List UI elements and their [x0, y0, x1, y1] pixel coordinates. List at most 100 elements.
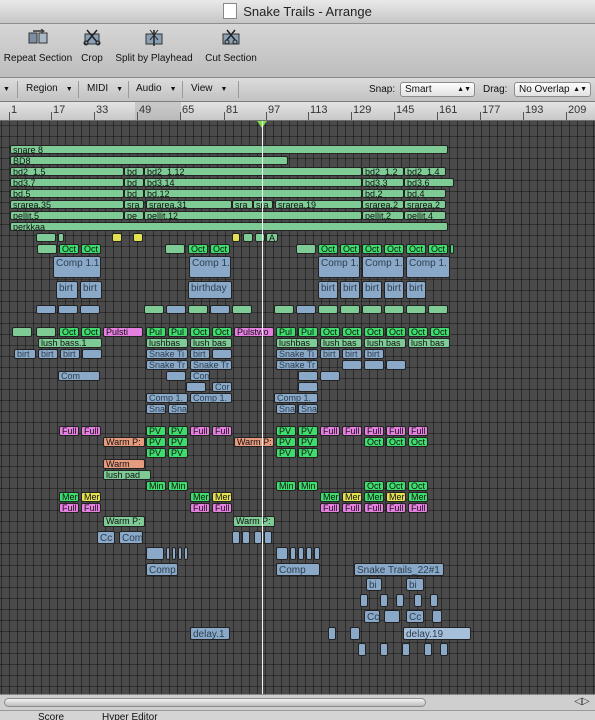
- region[interactable]: bi: [406, 578, 424, 591]
- region[interactable]: bd.4: [404, 189, 446, 198]
- region[interactable]: Min: [146, 481, 166, 491]
- horizontal-scrollbar[interactable]: ◁▷: [0, 694, 595, 710]
- region[interactable]: Oct: [406, 244, 426, 254]
- region-fragment[interactable]: [432, 610, 442, 623]
- region[interactable]: Mer: [364, 492, 384, 502]
- region[interactable]: Pulstwo: [234, 327, 274, 337]
- region-fragment[interactable]: [165, 244, 185, 254]
- region[interactable]: Oct: [320, 327, 340, 337]
- region[interactable]: Warm P:: [234, 437, 274, 447]
- region-fragment[interactable]: [384, 610, 400, 623]
- region-fragment[interactable]: [350, 627, 360, 640]
- region-fragment[interactable]: [178, 547, 182, 560]
- region[interactable]: birt: [364, 349, 384, 359]
- region-fragment[interactable]: [232, 233, 240, 242]
- region[interactable]: birthday: [188, 281, 232, 299]
- region[interactable]: Full: [190, 503, 210, 513]
- region[interactable]: bd.12: [144, 189, 362, 198]
- region[interactable]: pellit.12: [144, 211, 362, 220]
- region-fragment[interactable]: [380, 594, 388, 607]
- region-menu[interactable]: Region ▼: [26, 83, 73, 94]
- region[interactable]: srarea.35: [10, 200, 124, 209]
- region-fragment[interactable]: [424, 643, 432, 656]
- region-fragment[interactable]: [306, 547, 312, 560]
- region[interactable]: PV: [168, 437, 188, 447]
- region[interactable]: srarea.19: [275, 200, 362, 209]
- region[interactable]: Oct: [386, 481, 406, 491]
- region[interactable]: Com: [119, 531, 143, 544]
- region[interactable]: bd: [124, 178, 144, 187]
- region[interactable]: birt: [318, 281, 338, 299]
- region-fragment[interactable]: [144, 305, 164, 314]
- region[interactable]: Oct: [450, 244, 454, 254]
- region[interactable]: Oct: [408, 327, 428, 337]
- region[interactable]: Mer: [320, 492, 340, 502]
- view-menu[interactable]: View ▼: [191, 83, 227, 94]
- region[interactable]: Oct: [340, 244, 360, 254]
- region[interactable]: Full: [342, 503, 362, 513]
- region-fragment[interactable]: [362, 305, 382, 314]
- region[interactable]: PV: [146, 437, 166, 447]
- region-fragment[interactable]: [296, 305, 316, 314]
- repeat-section-button[interactable]: Repeat Section: [3, 28, 73, 64]
- region[interactable]: Oct: [408, 481, 428, 491]
- region[interactable]: Oct: [188, 244, 208, 254]
- region-fragment[interactable]: [133, 233, 143, 242]
- region[interactable]: Oct: [364, 437, 384, 447]
- region[interactable]: Full: [59, 503, 79, 513]
- collapsed-menu-caret[interactable]: ▼: [3, 83, 10, 94]
- region[interactable]: bd3.6: [404, 178, 454, 187]
- region[interactable]: Full: [386, 503, 406, 513]
- region-fragment[interactable]: [402, 643, 410, 656]
- region[interactable]: Comp 1.: [318, 256, 360, 278]
- region-fragment[interactable]: [36, 233, 56, 242]
- region[interactable]: bd3.3: [362, 178, 404, 187]
- region[interactable]: Com: [58, 371, 100, 381]
- region-fragment[interactable]: [364, 360, 384, 370]
- region-fragment[interactable]: [314, 547, 320, 560]
- region-fragment[interactable]: [58, 233, 64, 242]
- region-fragment[interactable]: [298, 547, 304, 560]
- region[interactable]: birt: [342, 349, 362, 359]
- region[interactable]: birt: [38, 349, 58, 359]
- region[interactable]: Full: [59, 426, 79, 436]
- region[interactable]: lush bas: [190, 338, 232, 348]
- region[interactable]: delay.1: [190, 627, 230, 640]
- region[interactable]: Full: [212, 503, 232, 513]
- region[interactable]: Warm P:: [233, 516, 275, 527]
- region[interactable]: Oct: [386, 327, 406, 337]
- region-fragment[interactable]: [396, 594, 404, 607]
- region[interactable]: PV: [276, 437, 296, 447]
- region[interactable]: Mer: [342, 492, 362, 502]
- region[interactable]: Pul: [146, 327, 166, 337]
- region-fragment[interactable]: [298, 382, 318, 392]
- region[interactable]: bd2_1.4: [404, 167, 446, 176]
- region[interactable]: Pul: [168, 327, 188, 337]
- region[interactable]: PV: [276, 426, 296, 436]
- region[interactable]: bd: [124, 189, 144, 198]
- region[interactable]: Warm P:: [103, 437, 145, 447]
- region[interactable]: PV: [276, 448, 296, 458]
- region[interactable]: Full: [364, 503, 384, 513]
- region[interactable]: delay.19: [403, 627, 471, 640]
- region[interactable]: PV: [298, 448, 318, 458]
- region-fragment[interactable]: [358, 643, 366, 656]
- region-fragment[interactable]: [255, 233, 265, 242]
- region[interactable]: Mer: [81, 492, 101, 502]
- region[interactable]: birt: [340, 281, 360, 299]
- region[interactable]: Cor: [212, 382, 232, 392]
- drag-popup[interactable]: No Overlap ▲▼: [514, 82, 591, 97]
- region[interactable]: Oct: [428, 244, 448, 254]
- region[interactable]: Oct: [364, 481, 384, 491]
- region[interactable]: Warm P:: [103, 516, 145, 527]
- region[interactable]: Mer: [408, 492, 428, 502]
- region[interactable]: lushbas: [146, 338, 188, 348]
- region[interactable]: birt: [384, 281, 404, 299]
- audio-menu[interactable]: Audio ▼: [136, 83, 177, 94]
- region-fragment[interactable]: [232, 531, 240, 544]
- region[interactable]: perkkaa: [10, 222, 448, 231]
- region-fragment[interactable]: [166, 371, 186, 381]
- region[interactable]: PV: [168, 448, 188, 458]
- region[interactable]: Comp 1.: [362, 256, 404, 278]
- region[interactable]: Full: [364, 426, 384, 436]
